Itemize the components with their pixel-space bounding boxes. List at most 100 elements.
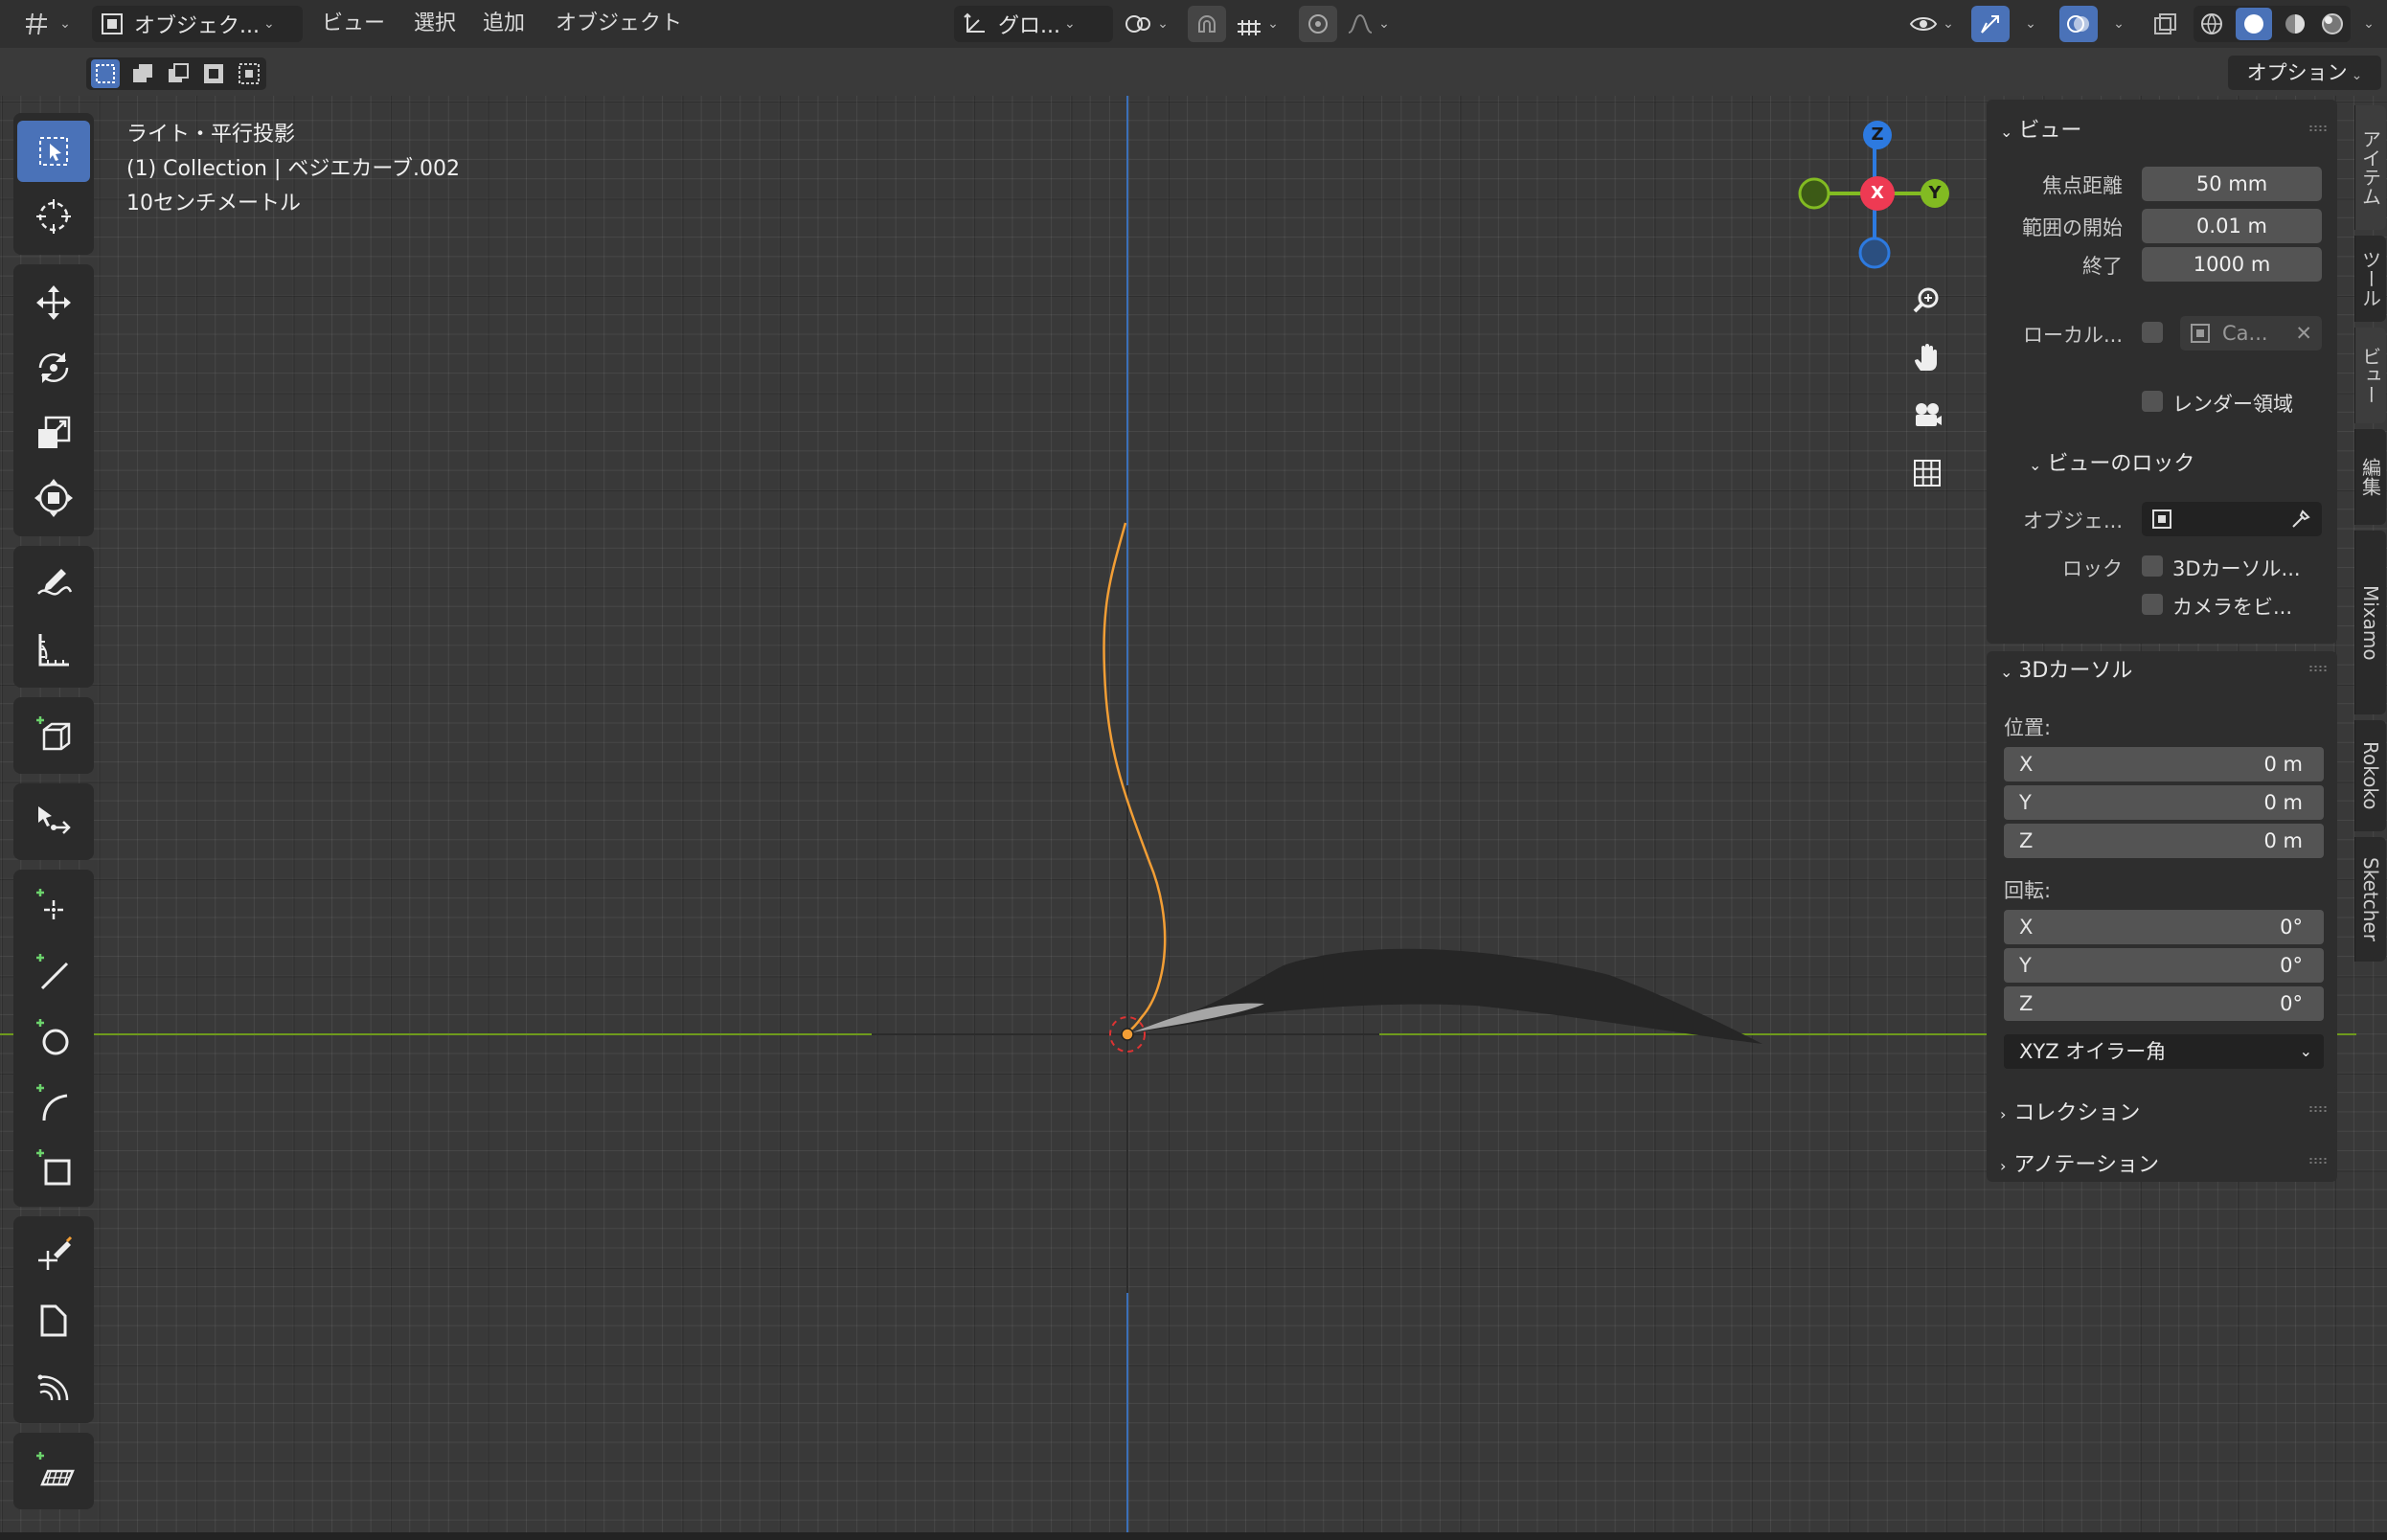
lock-label: ロック xyxy=(2062,557,2123,580)
falloff-dropdown[interactable]: ⌄ xyxy=(1341,6,1395,42)
cursor-loc-z-field[interactable]: Z0 m xyxy=(2004,824,2324,858)
pan-button[interactable] xyxy=(1902,333,1952,383)
perspective-toggle-button[interactable] xyxy=(1902,448,1952,498)
cursor-rot-y-field[interactable]: Y 0° xyxy=(2004,948,2324,983)
snap-toggle[interactable] xyxy=(1188,6,1226,42)
select-box-tool[interactable] xyxy=(17,121,90,182)
xray-toggle[interactable] xyxy=(2146,6,2184,42)
rotate-tool[interactable] xyxy=(17,337,90,398)
solid-shading-button[interactable] xyxy=(2235,8,2272,40)
tab-view[interactable]: ビュー xyxy=(2354,328,2386,423)
gizmo-x[interactable]: X xyxy=(1860,176,1895,211)
transform-orientation-dropdown[interactable]: グロ... ⌄ xyxy=(954,6,1113,42)
add-plane-tool[interactable] xyxy=(17,1440,90,1502)
shear-tool[interactable] xyxy=(17,1289,90,1350)
cursor-rotation-label: 回転: xyxy=(2004,879,2052,902)
eye-icon xyxy=(1909,17,1938,31)
tab-edit[interactable]: 編集 xyxy=(2354,429,2386,525)
clip-start-field[interactable]: 0.01 m xyxy=(2142,209,2322,243)
lock-cursor-checkbox[interactable] xyxy=(2142,555,2163,577)
view-section-header[interactable]: ⌄ ビュー xyxy=(2000,113,2081,144)
lock-camera-label: カメラをビ... xyxy=(2172,596,2293,619)
tab-sketcher[interactable]: Sketcher xyxy=(2354,837,2386,962)
tab-rokoko[interactable]: Rokoko xyxy=(2354,720,2386,831)
select-new-icon xyxy=(96,64,116,83)
render-region-checkbox[interactable] xyxy=(2142,391,2163,412)
shear-icon xyxy=(40,1304,67,1337)
annotation-section[interactable]: › アノテーション xyxy=(1987,1138,2337,1182)
add-cube-tool[interactable] xyxy=(17,705,90,766)
menu-add[interactable]: 追加 xyxy=(483,8,525,40)
gizmo-toggle[interactable] xyxy=(1971,6,2010,42)
extrude-cursor-tool[interactable] xyxy=(17,791,90,852)
overlays-toggle[interactable] xyxy=(2059,6,2098,42)
cursor-rot-x-field[interactable]: X 0° xyxy=(2004,910,2324,944)
menu-select[interactable]: 選択 xyxy=(414,8,456,40)
material-shading-icon[interactable] xyxy=(2282,11,2308,37)
view-lock-header[interactable]: ⌄ ビューのロック xyxy=(2029,446,2194,477)
select-subtract-icon[interactable] xyxy=(166,61,191,86)
transform-tool[interactable] xyxy=(17,467,90,529)
cursor-loc-x-field[interactable]: X0 m xyxy=(2004,747,2324,781)
rotation-mode-dropdown[interactable]: XYZ オイラー角 ⌄ xyxy=(2004,1034,2324,1069)
cursor-rot-z-field[interactable]: Z 0° xyxy=(2004,986,2324,1021)
extrude-cursor-icon xyxy=(38,806,71,834)
rendered-shading-icon[interactable] xyxy=(2319,11,2346,37)
measure-tool[interactable] xyxy=(17,619,90,680)
drag-handle-icon[interactable] xyxy=(2308,665,2328,672)
clear-icon: ✕ xyxy=(2295,322,2312,345)
tab-tool[interactable]: ツール xyxy=(2354,236,2386,322)
draw-arc-tool[interactable] xyxy=(17,1073,90,1134)
spin-icon xyxy=(37,1374,69,1401)
clip-end-field[interactable]: 1000 m xyxy=(2142,247,2322,282)
tab-mixamo[interactable]: Mixamo xyxy=(2354,531,2386,714)
knife-tool[interactable] xyxy=(17,1224,90,1285)
cursor-tool[interactable] xyxy=(17,186,90,247)
wireframe-shading-icon[interactable] xyxy=(2198,11,2225,37)
drag-handle-icon xyxy=(2308,1157,2328,1165)
collection-section[interactable]: › コレクション xyxy=(1987,1086,2337,1130)
zoom-button[interactable] xyxy=(1902,276,1952,326)
select-invert-icon[interactable] xyxy=(201,61,226,86)
spin-tool[interactable] xyxy=(17,1354,90,1415)
focal-length-field[interactable]: 50 mm xyxy=(2142,167,2322,201)
local-camera-field[interactable]: Ca... ✕ xyxy=(2180,316,2322,351)
camera-view-button[interactable] xyxy=(1902,391,1952,441)
select-box-icon xyxy=(39,137,68,166)
draw-circle-tool[interactable] xyxy=(17,1008,90,1069)
select-new-button[interactable] xyxy=(91,59,121,88)
move-tool[interactable] xyxy=(17,272,90,333)
annotate-tool[interactable] xyxy=(17,554,90,615)
editor-type-button[interactable]: ⌄ xyxy=(17,6,77,42)
gizmo-z[interactable]: Z xyxy=(1863,121,1892,149)
gizmo-y[interactable]: Y xyxy=(1921,179,1949,208)
visibility-dropdown[interactable]: ⌄ xyxy=(1902,6,1960,42)
proportional-edit-toggle[interactable] xyxy=(1299,6,1337,42)
menu-view[interactable]: ビュー xyxy=(322,8,385,40)
draw-line-tool[interactable] xyxy=(17,942,90,1004)
gizmo-dropdown[interactable]: ⌄ xyxy=(2012,6,2046,42)
scale-tool[interactable] xyxy=(17,402,90,464)
overlays-dropdown[interactable]: ⌄ xyxy=(2100,6,2134,42)
shading-dropdown[interactable]: ⌄ xyxy=(2351,6,2383,42)
pivot-point-button[interactable]: ⌄ xyxy=(1115,6,1176,42)
select-extend-icon[interactable] xyxy=(130,61,155,86)
view-section: ⌄ ビュー 焦点距離 50 mm 範囲の開始 0.01 m 終了 1000 m ロ… xyxy=(1987,100,2337,644)
select-intersect-icon[interactable] xyxy=(237,61,261,86)
menu-object[interactable]: オブジェクト xyxy=(556,8,682,40)
draw-arc-icon xyxy=(36,1084,68,1121)
focal-length-label: 焦点距離 xyxy=(2042,174,2123,197)
measure-icon xyxy=(38,634,69,667)
cursor-loc-y-field[interactable]: Y0 m xyxy=(2004,785,2324,820)
tab-item[interactable]: アイテム xyxy=(2354,105,2386,230)
draw-point-tool[interactable] xyxy=(17,877,90,939)
mode-dropdown[interactable]: オブジェク... ⌄ xyxy=(92,6,303,42)
snap-target-dropdown[interactable]: ⌄ xyxy=(1228,6,1285,42)
options-dropdown[interactable]: オプション ⌄ xyxy=(2228,56,2381,90)
draw-rect-tool[interactable] xyxy=(17,1138,90,1199)
lock-camera-checkbox[interactable] xyxy=(2142,594,2163,615)
cursor-section-title[interactable]: ⌄ 3Dカーソル xyxy=(2000,653,2132,684)
drag-handle-icon[interactable] xyxy=(2308,125,2328,132)
local-camera-checkbox[interactable] xyxy=(2142,322,2163,343)
lock-object-field[interactable] xyxy=(2142,502,2322,536)
